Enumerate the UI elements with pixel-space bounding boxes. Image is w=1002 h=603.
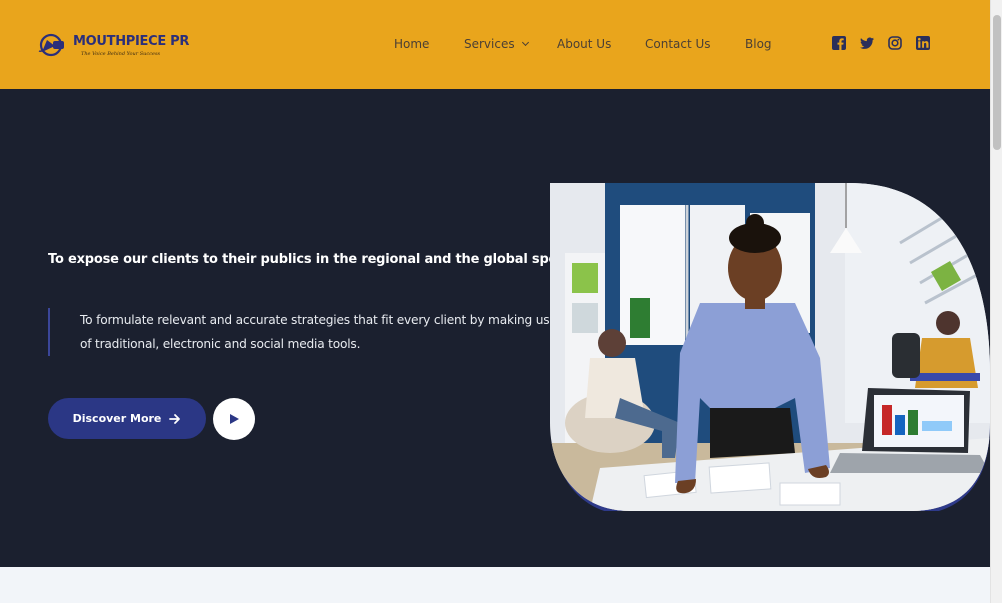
linkedin-icon[interactable] (916, 36, 930, 50)
arrow-right-icon (169, 413, 181, 424)
quote-bar (48, 308, 50, 356)
nav-about-us[interactable]: About Us (557, 37, 611, 51)
hero-title: To expose our clients to their publics i… (48, 252, 600, 267)
discover-more-label: Discover More (72, 412, 162, 425)
hero-section: To expose our clients to their publics i… (0, 89, 990, 567)
nav-contact-us[interactable]: Contact Us (645, 37, 711, 51)
megaphone-logo-icon (38, 33, 64, 57)
nav-services-label: Services (464, 37, 515, 51)
play-video-button[interactable] (213, 398, 255, 440)
logo-title: MOUTHPIECE PR (73, 34, 190, 49)
hero-description: To formulate relevant and accurate strat… (80, 313, 557, 351)
page-scrollbar[interactable] (990, 0, 1002, 603)
twitter-icon[interactable] (860, 36, 874, 50)
discover-more-button[interactable]: Discover More (48, 398, 206, 439)
nav-blog[interactable]: Blog (745, 37, 772, 51)
logo-tagline: The Voice Behind Your Success (81, 51, 161, 57)
nav-services[interactable]: Services (464, 37, 529, 51)
facebook-icon[interactable] (832, 36, 846, 50)
hero-image (550, 183, 990, 511)
logo[interactable]: MOUTHPIECE PR The Voice Behind Your Succ… (38, 28, 189, 62)
play-icon (230, 414, 239, 424)
chevron-down-icon (521, 38, 529, 47)
scrollbar-thumb[interactable] (993, 15, 1001, 150)
instagram-icon[interactable] (888, 36, 902, 50)
site-header: MOUTHPIECE PR The Voice Behind Your Succ… (0, 0, 990, 89)
nav-home[interactable]: Home (394, 37, 429, 51)
